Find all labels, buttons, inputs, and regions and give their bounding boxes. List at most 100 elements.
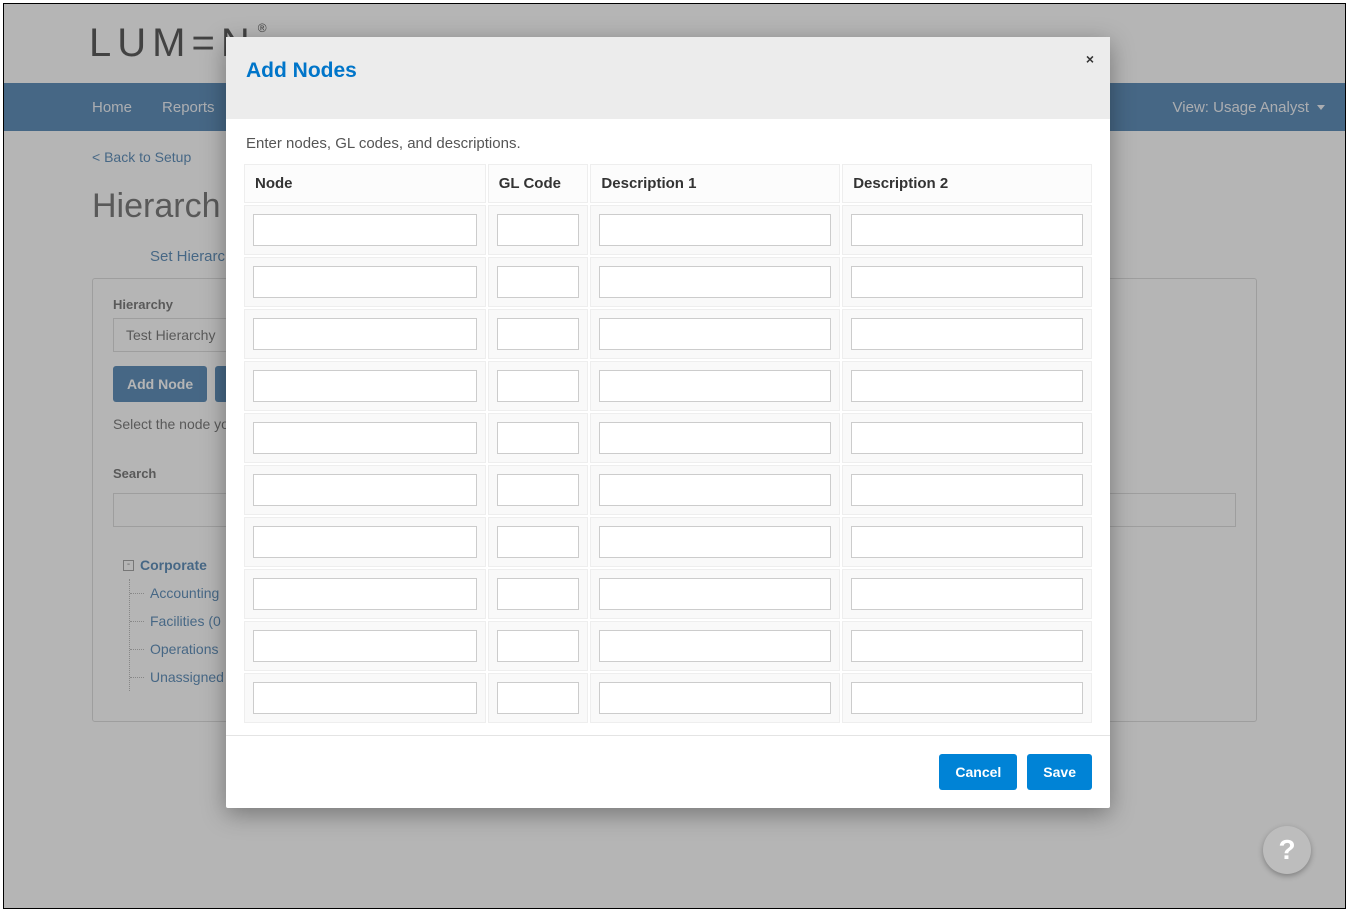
cell-d2 [842, 205, 1092, 255]
cell-node [244, 205, 486, 255]
node-input[interactable] [253, 422, 477, 454]
cell-node [244, 413, 486, 463]
cell-d1 [590, 517, 840, 567]
cell-d1 [590, 257, 840, 307]
node-input[interactable] [253, 630, 477, 662]
gl-input[interactable] [497, 318, 580, 350]
table-row [244, 257, 1092, 307]
cell-gl [488, 205, 589, 255]
node-input[interactable] [253, 266, 477, 298]
cell-node [244, 517, 486, 567]
modal-hint: Enter nodes, GL codes, and descriptions. [246, 135, 1094, 152]
d1-input[interactable] [599, 422, 831, 454]
node-input[interactable] [253, 682, 477, 714]
col-d1-header: Description 1 [590, 164, 840, 203]
d1-input[interactable] [599, 630, 831, 662]
d2-input[interactable] [851, 370, 1083, 402]
node-input[interactable] [253, 370, 477, 402]
node-input[interactable] [253, 318, 477, 350]
gl-input[interactable] [497, 474, 580, 506]
cell-node [244, 361, 486, 411]
cell-node [244, 673, 486, 723]
cell-d2 [842, 413, 1092, 463]
d1-input[interactable] [599, 526, 831, 558]
cancel-button[interactable]: Cancel [939, 754, 1017, 790]
cell-d2 [842, 621, 1092, 671]
table-row [244, 673, 1092, 723]
gl-input[interactable] [497, 370, 580, 402]
d1-input[interactable] [599, 682, 831, 714]
table-row [244, 517, 1092, 567]
gl-input[interactable] [497, 422, 580, 454]
table-row [244, 205, 1092, 255]
cell-gl [488, 517, 589, 567]
cell-node [244, 621, 486, 671]
cell-d1 [590, 569, 840, 619]
cell-gl [488, 465, 589, 515]
d1-input[interactable] [599, 214, 831, 246]
cell-d2 [842, 465, 1092, 515]
cell-gl [488, 673, 589, 723]
cell-d1 [590, 465, 840, 515]
cell-gl [488, 621, 589, 671]
gl-input[interactable] [497, 630, 580, 662]
cell-d2 [842, 673, 1092, 723]
modal-footer: Cancel Save [226, 735, 1110, 808]
table-row [244, 569, 1092, 619]
cell-node [244, 257, 486, 307]
cell-gl [488, 361, 589, 411]
cell-d2 [842, 309, 1092, 359]
d2-input[interactable] [851, 474, 1083, 506]
col-node-header: Node [244, 164, 486, 203]
cell-d1 [590, 413, 840, 463]
col-d2-header: Description 2 [842, 164, 1092, 203]
cell-d1 [590, 205, 840, 255]
d2-input[interactable] [851, 318, 1083, 350]
d2-input[interactable] [851, 214, 1083, 246]
col-gl-header: GL Code [488, 164, 589, 203]
gl-input[interactable] [497, 266, 580, 298]
save-button[interactable]: Save [1027, 754, 1092, 790]
cell-d1 [590, 309, 840, 359]
close-icon[interactable]: × [1086, 51, 1094, 67]
table-row [244, 621, 1092, 671]
gl-input[interactable] [497, 526, 580, 558]
cell-gl [488, 569, 589, 619]
d2-input[interactable] [851, 682, 1083, 714]
d1-input[interactable] [599, 578, 831, 610]
cell-d1 [590, 621, 840, 671]
gl-input[interactable] [497, 578, 580, 610]
d2-input[interactable] [851, 422, 1083, 454]
d2-input[interactable] [851, 526, 1083, 558]
d1-input[interactable] [599, 318, 831, 350]
cell-gl [488, 309, 589, 359]
add-nodes-modal: × Add Nodes Enter nodes, GL codes, and d… [226, 37, 1110, 808]
cell-node [244, 309, 486, 359]
cell-d2 [842, 517, 1092, 567]
d2-input[interactable] [851, 266, 1083, 298]
cell-node [244, 569, 486, 619]
cell-d1 [590, 673, 840, 723]
node-input[interactable] [253, 526, 477, 558]
nodes-table: Node GL Code Description 1 Description 2 [242, 162, 1094, 725]
node-input[interactable] [253, 578, 477, 610]
cell-gl [488, 257, 589, 307]
table-row [244, 309, 1092, 359]
d1-input[interactable] [599, 474, 831, 506]
d2-input[interactable] [851, 630, 1083, 662]
gl-input[interactable] [497, 682, 580, 714]
cell-d2 [842, 569, 1092, 619]
cell-gl [488, 413, 589, 463]
modal-body: Enter nodes, GL codes, and descriptions.… [226, 119, 1110, 735]
cell-d2 [842, 361, 1092, 411]
cell-node [244, 465, 486, 515]
table-row [244, 413, 1092, 463]
node-input[interactable] [253, 214, 477, 246]
node-input[interactable] [253, 474, 477, 506]
table-row [244, 465, 1092, 515]
d1-input[interactable] [599, 370, 831, 402]
help-icon[interactable]: ? [1263, 826, 1311, 874]
gl-input[interactable] [497, 214, 580, 246]
d2-input[interactable] [851, 578, 1083, 610]
d1-input[interactable] [599, 266, 831, 298]
